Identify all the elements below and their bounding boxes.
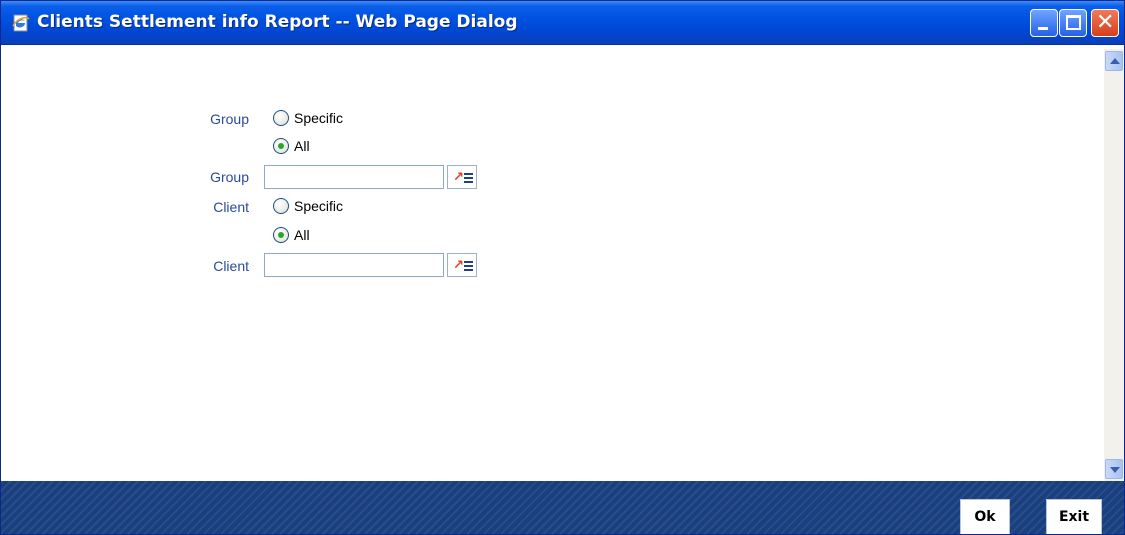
radio-button[interactable] [273,110,289,126]
maximize-icon [1066,15,1081,30]
vertical-scrollbar[interactable] [1104,49,1124,481]
client-lookup-button[interactable]: ↗ [447,253,477,277]
client-specific-label: Specific [294,198,344,214]
group-lookup-button[interactable]: ↗ [447,165,477,189]
scroll-down-button[interactable] [1105,459,1123,479]
client-specific-radio[interactable]: Specific [273,198,343,214]
scroll-up-icon [1110,58,1120,64]
close-icon: ✕ [1096,10,1115,35]
minimize-icon [1038,27,1048,30]
radio-button[interactable] [273,198,289,214]
radio-button-checked[interactable] [273,138,289,154]
title-bar[interactable]: Clients Settlement info Report -- Web Pa… [1,1,1124,45]
group-field-label: Group [210,169,249,185]
list-icon [464,261,473,273]
list-icon [464,173,473,185]
maximize-button[interactable] [1059,9,1087,37]
client-all-radio[interactable]: All [273,227,310,243]
scroll-up-button[interactable] [1105,51,1123,71]
footer-bar: Ok Exit [1,481,1124,534]
form-content: Group Specific All Group ↗ Client Specif… [1,45,1104,481]
group-all-radio[interactable]: All [273,138,310,154]
radio-button-checked[interactable] [273,227,289,243]
client-input[interactable] [264,253,444,277]
ie-page-icon [12,14,30,32]
group-all-label: All [294,138,310,154]
group-specific-radio[interactable]: Specific [273,110,343,126]
client-all-label: All [294,227,310,243]
group-input[interactable] [264,165,444,189]
dialog-window: Clients Settlement info Report -- Web Pa… [0,0,1125,535]
group-radio-label: Group [210,111,249,127]
group-specific-label: Specific [294,110,344,126]
ok-button[interactable]: Ok [960,499,1010,534]
arrow-icon: ↗ [453,170,464,185]
exit-button[interactable]: Exit [1046,499,1102,534]
client-field-label: Client [213,258,249,274]
scroll-down-icon [1110,467,1120,473]
window-title: Clients Settlement info Report -- Web Pa… [37,12,518,32]
minimize-button[interactable] [1030,9,1058,37]
close-button[interactable]: ✕ [1091,9,1119,37]
arrow-icon: ↗ [453,258,464,273]
client-radio-label: Client [213,199,249,215]
